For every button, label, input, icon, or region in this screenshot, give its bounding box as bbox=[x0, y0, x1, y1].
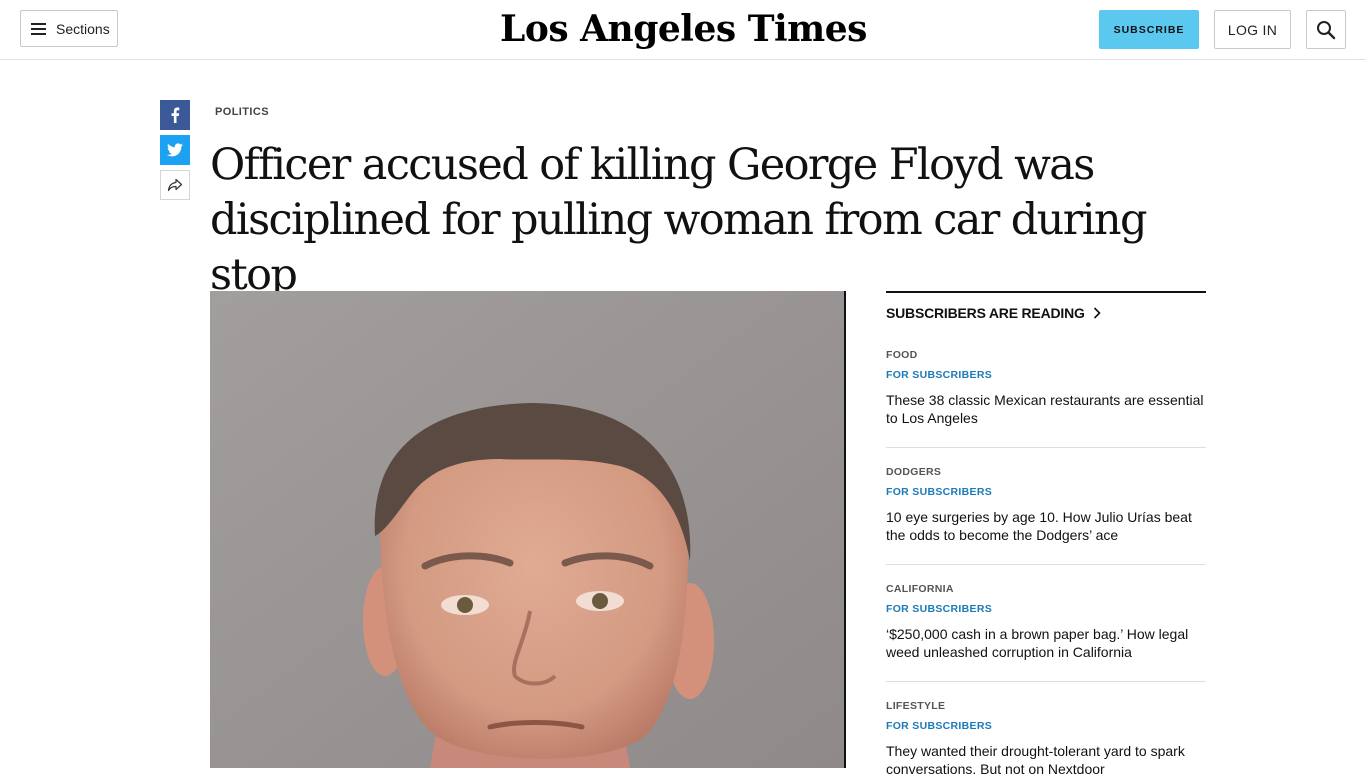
sidebar-story[interactable]: LIFESTYLE FOR SUBSCRIBERS They wanted th… bbox=[886, 700, 1206, 778]
subscribers-are-reading-link[interactable]: SUBSCRIBERS ARE READING bbox=[886, 305, 1101, 321]
subscriber-badge: FOR SUBSCRIBERS bbox=[886, 720, 993, 732]
sidebar-story[interactable]: DODGERS FOR SUBSCRIBERS 10 eye surgeries… bbox=[886, 466, 1206, 544]
subscriber-badge: FOR SUBSCRIBERS bbox=[886, 369, 993, 381]
subscribe-button[interactable]: SUBSCRIBE bbox=[1099, 10, 1199, 49]
story-divider bbox=[886, 447, 1206, 448]
top-navigation-bar: Sections Los Angeles Times SUBSCRIBE LOG… bbox=[0, 0, 1366, 60]
more-share-button[interactable] bbox=[160, 170, 190, 200]
site-logo[interactable]: Los Angeles Times bbox=[500, 6, 867, 52]
sidebar-story[interactable]: CALIFORNIA FOR SUBSCRIBERS ‘$250,000 cas… bbox=[886, 583, 1206, 661]
share-icon bbox=[167, 178, 183, 192]
story-category[interactable]: CALIFORNIA bbox=[886, 583, 1206, 597]
twitter-share-button[interactable] bbox=[160, 135, 190, 165]
sidebar-top-rule bbox=[886, 291, 1206, 293]
sections-button[interactable]: Sections bbox=[20, 10, 118, 47]
facebook-share-button[interactable] bbox=[160, 100, 190, 130]
story-category[interactable]: DODGERS bbox=[886, 466, 1206, 480]
subscriber-badge: FOR SUBSCRIBERS bbox=[886, 603, 993, 615]
sections-label: Sections bbox=[56, 20, 110, 37]
photo-divider bbox=[844, 291, 846, 768]
search-button[interactable] bbox=[1306, 10, 1346, 49]
story-category[interactable]: LIFESTYLE bbox=[886, 700, 1206, 714]
article-headline: Officer accused of killing George Floyd … bbox=[210, 140, 1148, 300]
article-photo bbox=[210, 291, 845, 768]
sidebar-title: SUBSCRIBERS ARE READING bbox=[886, 305, 1085, 321]
chevron-right-icon bbox=[1093, 307, 1101, 319]
twitter-icon bbox=[167, 143, 183, 157]
sidebar-story[interactable]: FOOD FOR SUBSCRIBERS These 38 classic Me… bbox=[886, 349, 1206, 427]
story-divider bbox=[886, 564, 1206, 565]
story-title[interactable]: ‘$250,000 cash in a brown paper bag.’ Ho… bbox=[886, 625, 1206, 661]
story-category[interactable]: FOOD bbox=[886, 349, 1206, 363]
story-title[interactable]: 10 eye surgeries by age 10. How Julio Ur… bbox=[886, 508, 1206, 544]
story-divider bbox=[886, 681, 1206, 682]
story-title[interactable]: They wanted their drought-tolerant yard … bbox=[886, 742, 1206, 778]
login-button[interactable]: LOG IN bbox=[1214, 10, 1291, 49]
facebook-icon bbox=[171, 107, 180, 123]
subscriber-badge: FOR SUBSCRIBERS bbox=[886, 486, 993, 498]
menu-icon bbox=[31, 23, 46, 35]
story-title[interactable]: These 38 classic Mexican restaurants are… bbox=[886, 391, 1206, 427]
section-kicker[interactable]: POLITICS bbox=[215, 106, 269, 118]
search-icon bbox=[1317, 20, 1336, 39]
